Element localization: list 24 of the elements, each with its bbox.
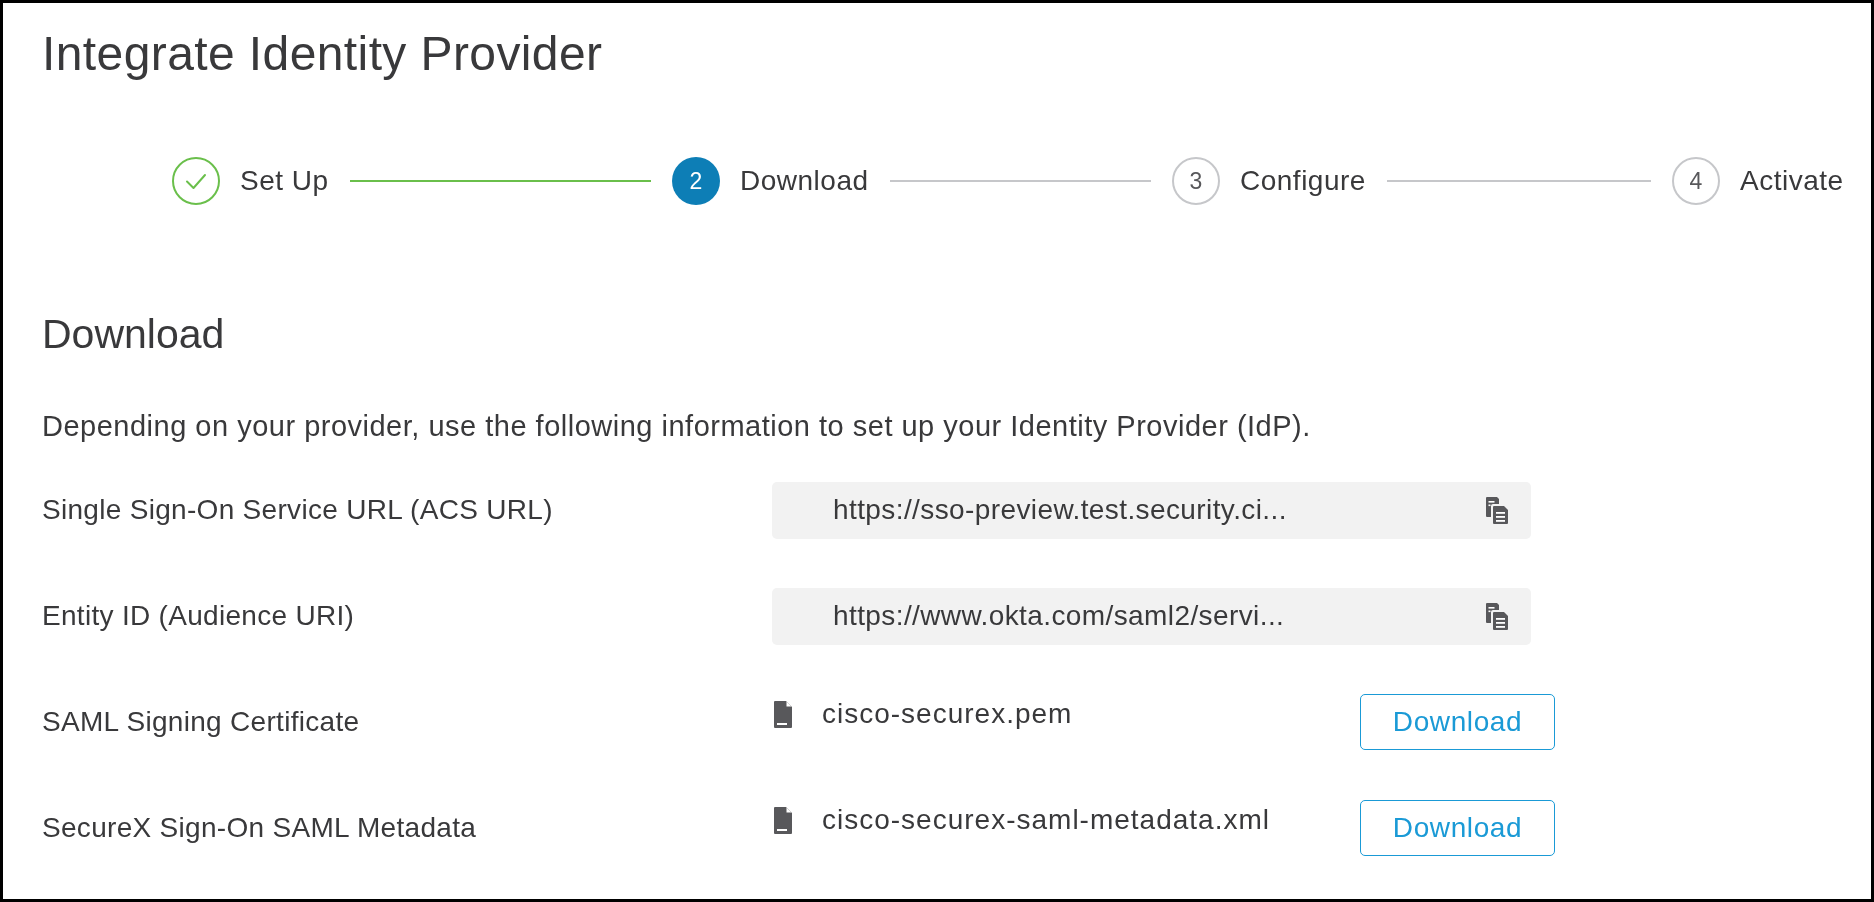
field-label: SAML Signing Certificate (42, 706, 360, 737)
step-label: Configure (1240, 164, 1366, 198)
page-title: Integrate Identity Provider (42, 26, 603, 82)
step-number: 4 (1672, 157, 1720, 205)
field-label: Entity ID (Audience URI) (42, 600, 355, 631)
section-description: Depending on your provider, use the following information to set up your Identity Provider (IdP). (42, 409, 1311, 443)
url-field[interactable]: https://www.okta.com/saml2/servi... (772, 587, 1531, 645)
step-label: Set Up (240, 164, 329, 198)
file-name: cisco-securex.pem (822, 697, 1073, 731)
file-icon (774, 806, 792, 834)
copy-button[interactable] (1486, 602, 1508, 630)
field-label: SecureX Sign-On SAML Metadata (42, 812, 477, 843)
file-icon (774, 700, 792, 728)
url-field[interactable]: https://sso-preview.test.security.ci... (772, 481, 1531, 539)
file-name: cisco-securex-saml-metadata.xml (822, 803, 1270, 837)
step-number: 2 (672, 157, 720, 205)
field-label: Single Sign-On Service URL (ACS URL) (42, 494, 553, 525)
copy-icon (1486, 602, 1508, 630)
copy-button[interactable] (1486, 496, 1508, 524)
step-label: Activate (1740, 164, 1844, 198)
step-label: Download (740, 164, 869, 198)
step-number: 3 (1172, 157, 1220, 205)
section-heading: Download (42, 310, 225, 359)
copy-icon (1486, 496, 1508, 524)
